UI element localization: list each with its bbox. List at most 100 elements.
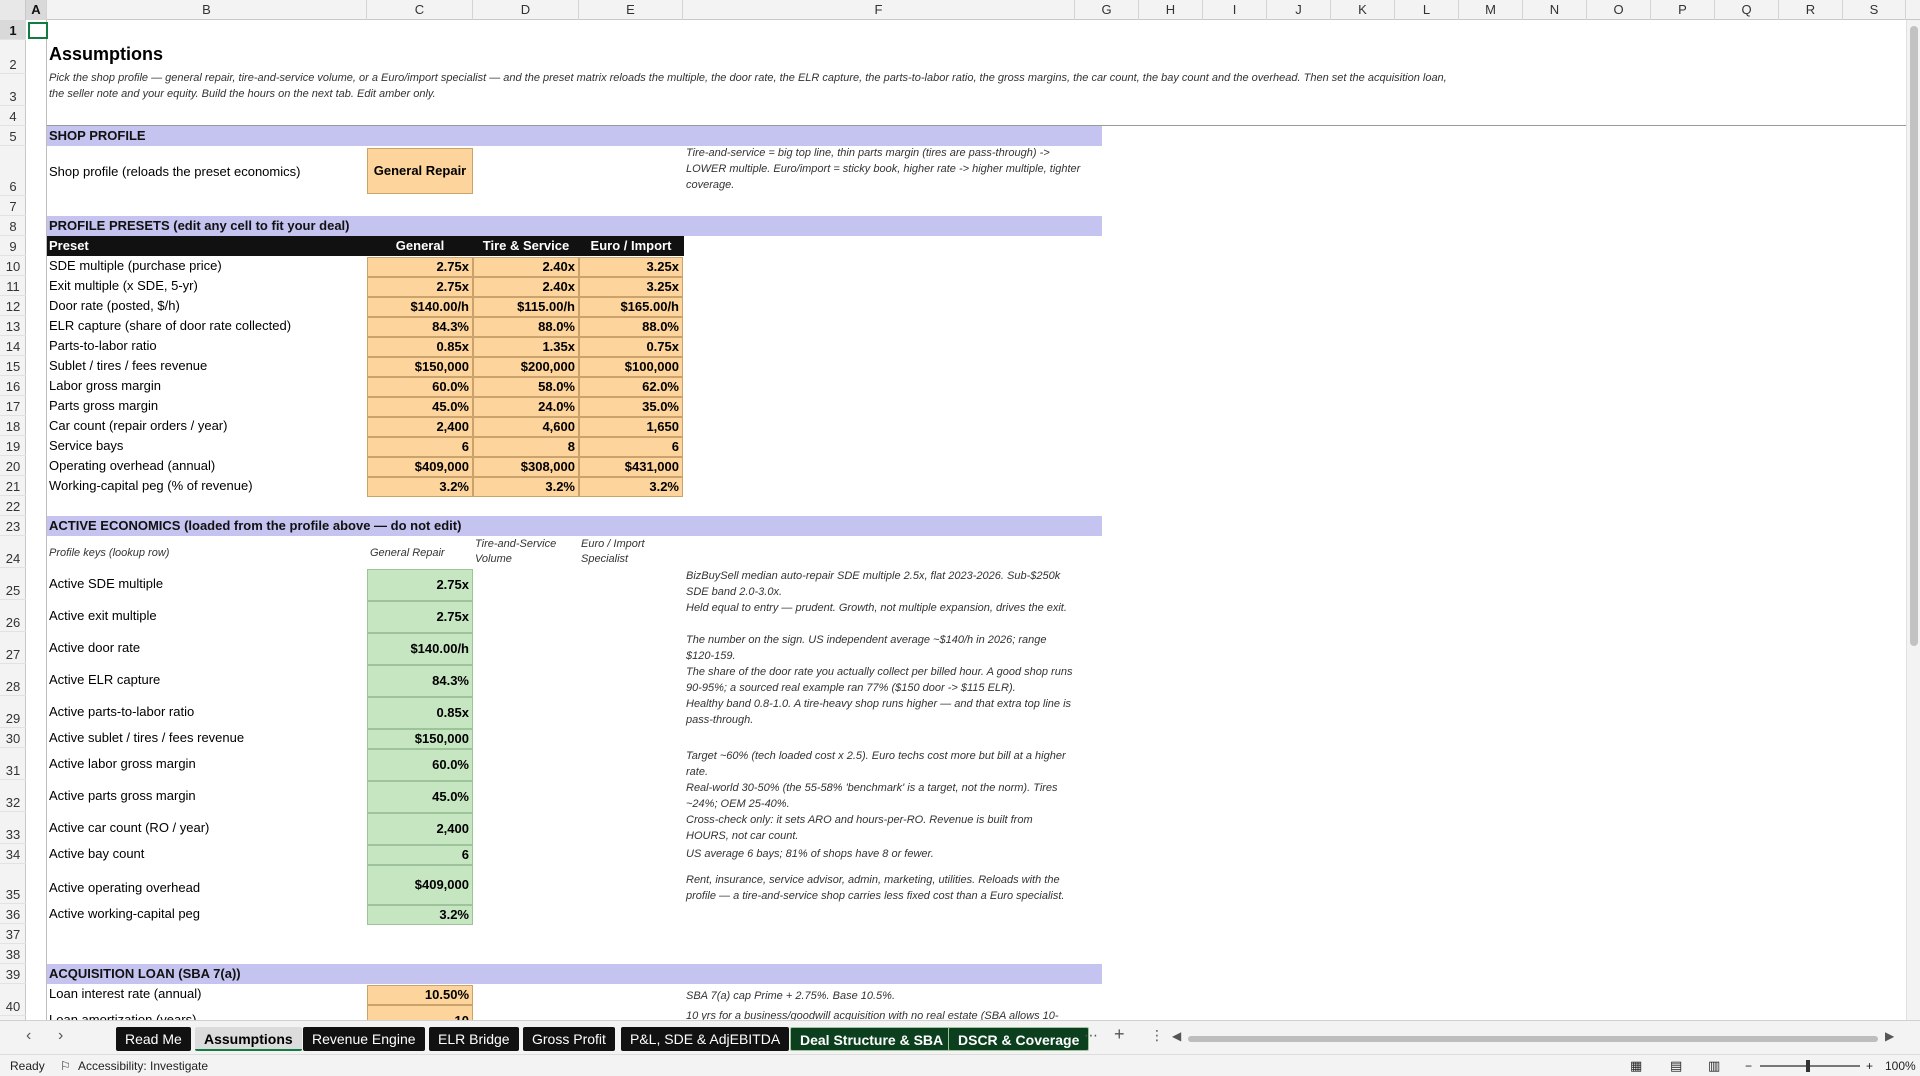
row-header-38[interactable]: 38 <box>0 944 26 964</box>
preset-cell[interactable]: 6 <box>579 437 683 457</box>
preset-cell[interactable]: $140.00/h <box>367 297 473 317</box>
active-cell-a1[interactable] <box>28 22 48 39</box>
row-header-1[interactable]: 1 <box>0 20 26 40</box>
preset-cell[interactable]: 3.25x <box>579 257 683 277</box>
row-header-2[interactable]: 2 <box>0 40 26 74</box>
preset-cell[interactable]: 2.40x <box>473 277 579 297</box>
row-header-39[interactable]: 39 <box>0 964 26 984</box>
row-header-13[interactable]: 13 <box>0 316 26 336</box>
preset-cell[interactable]: 1,650 <box>579 417 683 437</box>
select-all-corner[interactable] <box>0 0 26 20</box>
preset-cell[interactable]: 6 <box>367 437 473 457</box>
row-header-37[interactable]: 37 <box>0 924 26 944</box>
col-header-n[interactable]: N <box>1523 0 1587 20</box>
accessibility-status[interactable]: Accessibility: Investigate <box>78 1055 208 1076</box>
preset-cell[interactable]: 3.2% <box>473 477 579 497</box>
row-header-25[interactable]: 25 <box>0 568 26 600</box>
col-header-h[interactable]: H <box>1139 0 1203 20</box>
tab-gross-profit[interactable]: Gross Profit <box>523 1027 615 1051</box>
row-header-15[interactable]: 15 <box>0 356 26 376</box>
col-header-d[interactable]: D <box>473 0 579 20</box>
preset-cell[interactable]: $150,000 <box>367 357 473 377</box>
col-header-r[interactable]: R <box>1779 0 1843 20</box>
row-header-10[interactable]: 10 <box>0 256 26 276</box>
row-header-28[interactable]: 28 <box>0 664 26 696</box>
col-header-o[interactable]: O <box>1587 0 1651 20</box>
preset-cell[interactable]: 84.3% <box>367 317 473 337</box>
tab-deal-structure[interactable]: Deal Structure & SBA <box>790 1027 954 1051</box>
row-header-30[interactable]: 30 <box>0 728 26 748</box>
row-header-19[interactable]: 19 <box>0 436 26 456</box>
row-header-4[interactable]: 4 <box>0 106 26 126</box>
shop-profile-select[interactable]: General Repair <box>367 148 473 194</box>
row-header-5[interactable]: 5 <box>0 126 26 146</box>
preset-cell[interactable]: $100,000 <box>579 357 683 377</box>
zoom-slider[interactable] <box>1760 1065 1860 1067</box>
row-header-7[interactable]: 7 <box>0 196 26 216</box>
preset-cell[interactable]: 0.75x <box>579 337 683 357</box>
zoom-level[interactable]: 100% <box>1885 1055 1916 1076</box>
row-header-9[interactable]: 9 <box>0 236 26 256</box>
row-header-17[interactable]: 17 <box>0 396 26 416</box>
preset-cell[interactable]: 4,600 <box>473 417 579 437</box>
row-header-29[interactable]: 29 <box>0 696 26 728</box>
normal-view-icon[interactable]: ▦ <box>1630 1055 1642 1076</box>
vertical-scrollbar[interactable] <box>1906 20 1920 1020</box>
zoom-in-icon[interactable]: + <box>1866 1055 1873 1076</box>
row-header-12[interactable]: 12 <box>0 296 26 316</box>
preset-cell[interactable]: 60.0% <box>367 377 473 397</box>
row-header-34[interactable]: 34 <box>0 844 26 864</box>
more-tabs-icon[interactable]: ⋯ <box>1084 1027 1098 1044</box>
col-header-j[interactable]: J <box>1267 0 1331 20</box>
preset-cell[interactable]: $308,000 <box>473 457 579 477</box>
tab-pl-sde[interactable]: P&L, SDE & AdjEBITDA <box>621 1027 790 1051</box>
page-layout-icon[interactable]: ▤ <box>1670 1055 1682 1076</box>
loan-amortization-input[interactable]: 10 <box>367 1005 473 1020</box>
add-sheet-icon[interactable]: + <box>1114 1024 1125 1045</box>
prev-sheet-icon[interactable]: ‹ <box>26 1027 31 1045</box>
col-header-s[interactable]: S <box>1843 0 1906 20</box>
spreadsheet-area[interactable]: A B C D E F G H I J K L M N O P Q R S 1 … <box>0 0 1920 1020</box>
row-header-31[interactable]: 31 <box>0 748 26 780</box>
col-header-i[interactable]: I <box>1203 0 1267 20</box>
row-header-32[interactable]: 32 <box>0 780 26 812</box>
row-header-20[interactable]: 20 <box>0 456 26 476</box>
preset-cell[interactable]: $409,000 <box>367 457 473 477</box>
tab-options-icon[interactable]: ⋮ <box>1150 1027 1164 1044</box>
row-header-26[interactable]: 26 <box>0 600 26 632</box>
row-header-40[interactable]: 40 <box>0 984 26 1016</box>
preset-cell[interactable]: 88.0% <box>579 317 683 337</box>
row-header-14[interactable]: 14 <box>0 336 26 356</box>
row-header-23[interactable]: 23 <box>0 516 26 536</box>
tab-dscr-coverage[interactable]: DSCR & Coverage <box>948 1027 1090 1051</box>
preset-cell[interactable]: $165.00/h <box>579 297 683 317</box>
vertical-scroll-thumb[interactable] <box>1910 26 1918 646</box>
preset-cell[interactable]: 3.25x <box>579 277 683 297</box>
preset-cell[interactable]: 2.75x <box>367 277 473 297</box>
preset-cell[interactable]: 1.35x <box>473 337 579 357</box>
row-header-33[interactable]: 33 <box>0 812 26 844</box>
row-header-6[interactable]: 6 <box>0 146 26 196</box>
tab-read-me[interactable]: Read Me <box>116 1027 191 1051</box>
col-header-f[interactable]: F <box>683 0 1075 20</box>
preset-cell[interactable]: 3.2% <box>579 477 683 497</box>
row-header-35[interactable]: 35 <box>0 864 26 904</box>
row-header-21[interactable]: 21 <box>0 476 26 496</box>
next-sheet-icon[interactable]: › <box>58 1027 63 1045</box>
preset-cell[interactable]: 2.75x <box>367 257 473 277</box>
col-header-k[interactable]: K <box>1331 0 1395 20</box>
preset-cell[interactable]: 45.0% <box>367 397 473 417</box>
zoom-out-icon[interactable]: − <box>1745 1055 1752 1076</box>
row-header-18[interactable]: 18 <box>0 416 26 436</box>
preset-cell[interactable]: 58.0% <box>473 377 579 397</box>
col-header-q[interactable]: Q <box>1715 0 1779 20</box>
col-header-p[interactable]: P <box>1651 0 1715 20</box>
col-header-e[interactable]: E <box>579 0 683 20</box>
accessibility-icon[interactable]: ⚐ <box>60 1055 71 1076</box>
preset-cell[interactable]: $431,000 <box>579 457 683 477</box>
row-header-11[interactable]: 11 <box>0 276 26 296</box>
scroll-left-icon[interactable]: ◀ <box>1172 1029 1181 1043</box>
preset-cell[interactable]: 2,400 <box>367 417 473 437</box>
col-header-a[interactable]: A <box>26 0 47 20</box>
preset-cell[interactable]: 2.40x <box>473 257 579 277</box>
